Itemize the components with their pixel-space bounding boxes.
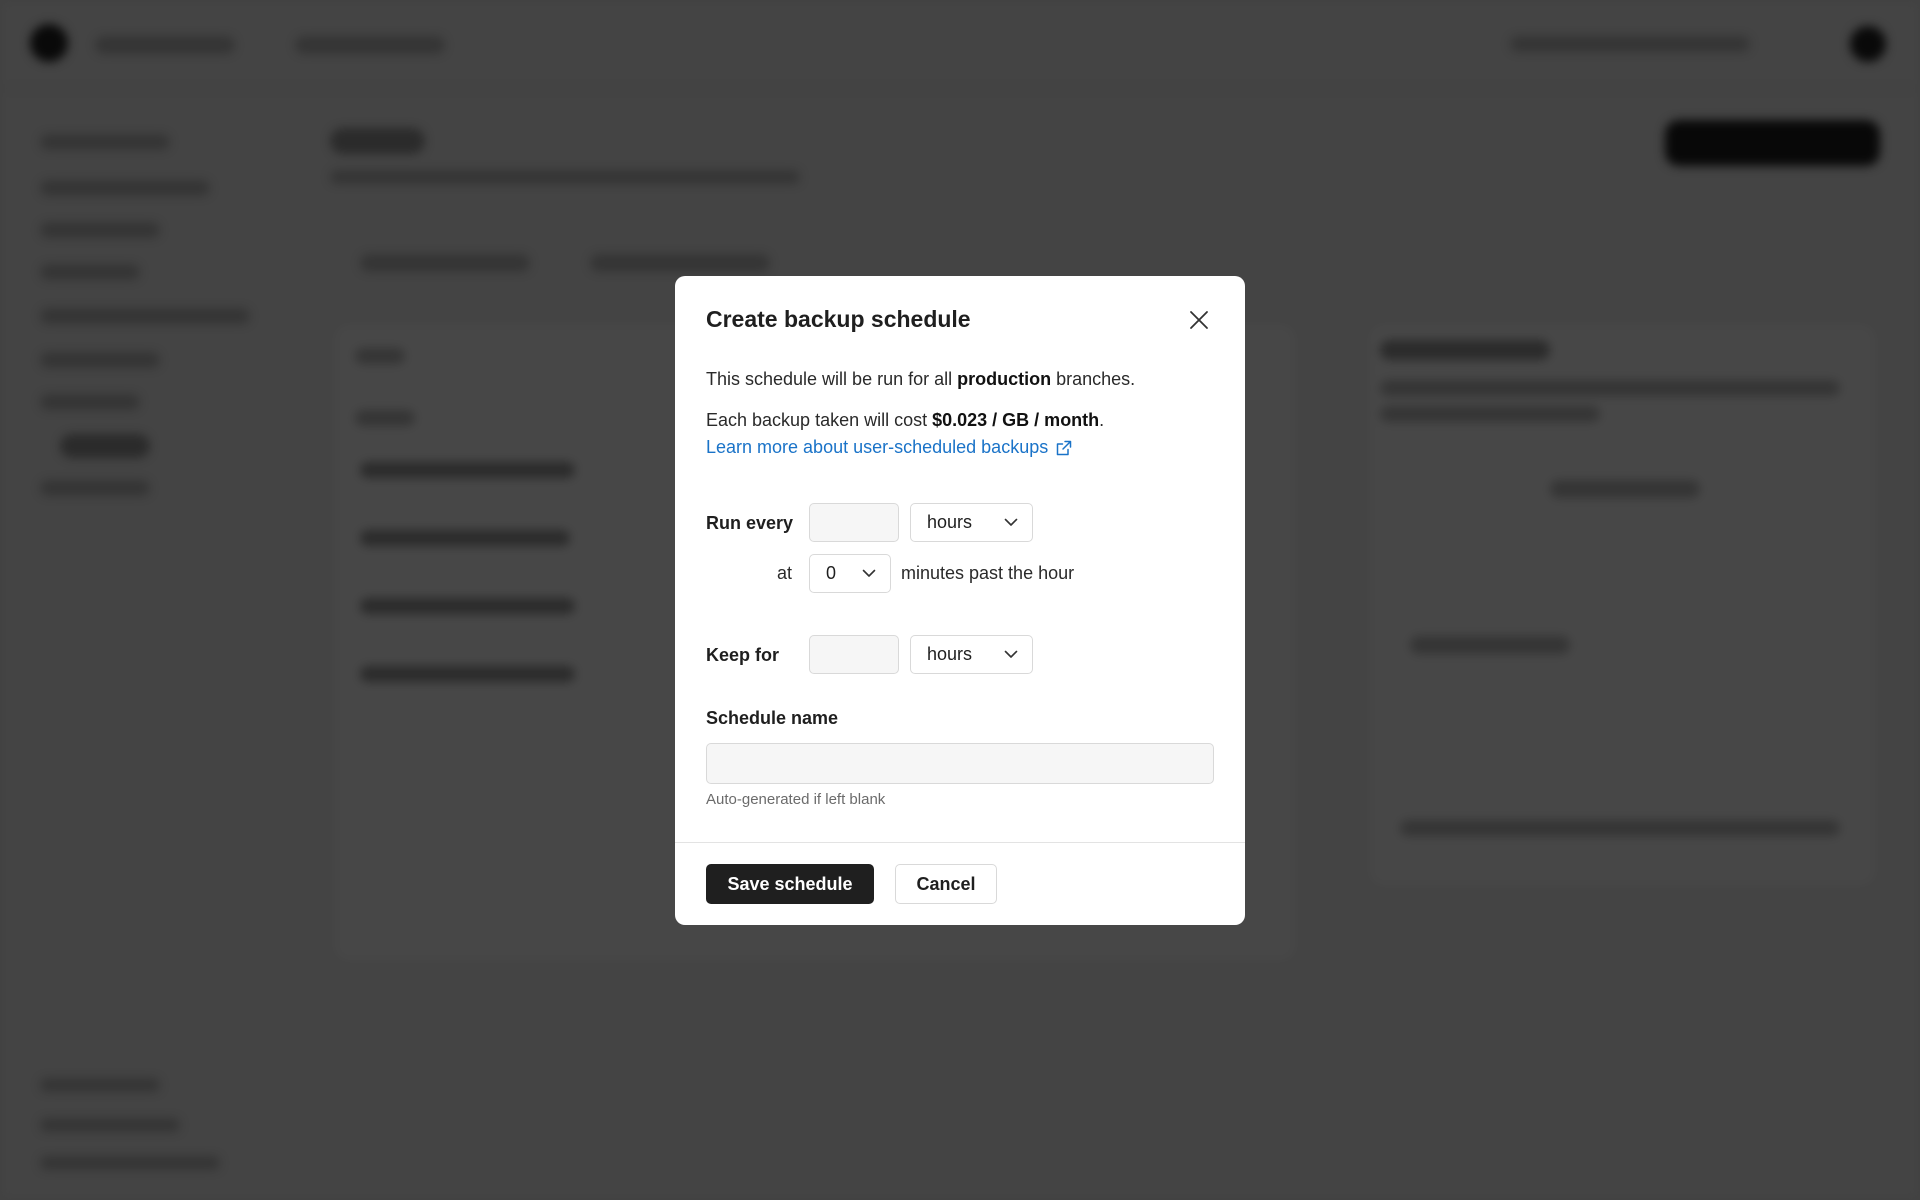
production-branches-note: This schedule will be run for all produc… <box>706 369 1135 390</box>
note-text: branches. <box>1051 369 1136 389</box>
chevron-down-icon <box>1004 518 1018 526</box>
note-bold: production <box>957 369 1052 389</box>
learn-more-label: Learn more about user-scheduled backups <box>706 437 1049 457</box>
run-every-unit-select[interactable]: hours <box>910 503 1033 542</box>
run-every-unit-value: hours <box>927 512 973 532</box>
cancel-button[interactable]: Cancel <box>895 864 997 904</box>
chevron-down-icon <box>862 569 876 577</box>
keep-for-unit-value: hours <box>927 644 973 664</box>
at-label: at <box>777 563 793 583</box>
close-button[interactable] <box>1185 306 1213 334</box>
learn-more-link[interactable]: Learn more about user-scheduled backups <box>706 437 1072 458</box>
run-every-input[interactable] <box>809 503 899 542</box>
minutes-past-hour-label: minutes past the hour <box>901 563 1075 583</box>
minute-value: 0 <box>826 563 837 583</box>
create-backup-schedule-dialog: Create backup schedule This schedule wil… <box>675 276 1245 925</box>
cost-text: Each backup taken will cost <box>706 410 933 430</box>
dialog-title: Create backup schedule <box>706 306 971 332</box>
cost-note: Each backup taken will cost $0.023 / GB … <box>706 410 1104 431</box>
minute-select[interactable]: 0 <box>809 554 891 593</box>
external-link-icon <box>1056 440 1072 455</box>
run-every-label: Run every <box>706 513 794 533</box>
save-schedule-button[interactable]: Save schedule <box>706 864 874 904</box>
chevron-down-icon <box>1004 650 1018 658</box>
note-text: This schedule will be run for all <box>706 369 958 389</box>
keep-for-label: Keep for <box>706 645 780 665</box>
schedule-name-label: Schedule name <box>706 708 839 728</box>
keep-for-unit-select[interactable]: hours <box>910 635 1033 674</box>
keep-for-input[interactable] <box>809 635 899 674</box>
close-icon <box>1190 311 1208 329</box>
cost-text: . <box>1099 410 1105 430</box>
cost-value: $0.023 / GB / month <box>932 410 1100 430</box>
schedule-name-hint: Auto-generated if left blank <box>706 791 886 808</box>
footer-divider <box>675 842 1245 843</box>
schedule-name-input[interactable] <box>706 743 1214 784</box>
